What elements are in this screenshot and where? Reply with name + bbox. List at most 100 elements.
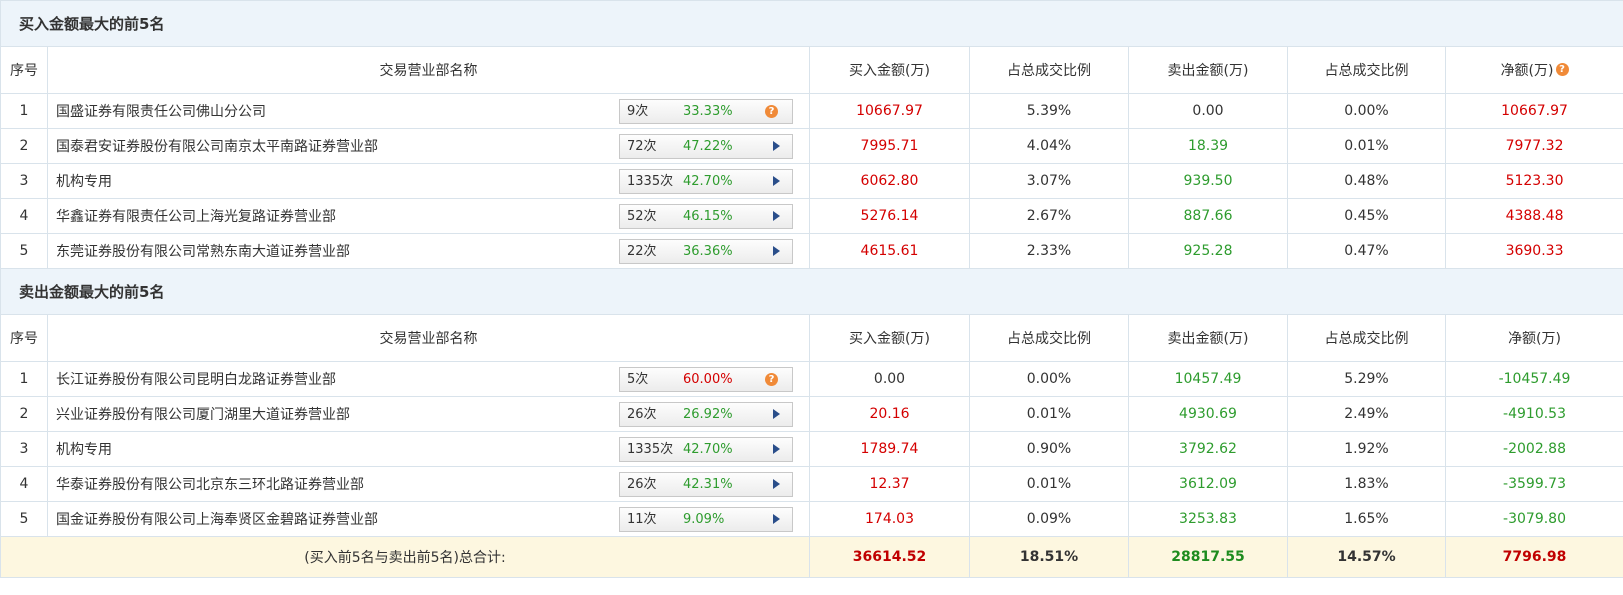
buy-ratio: 0.01% bbox=[969, 396, 1129, 432]
total-row: (买入前5名与卖出前5名)总合计: 36614.52 18.51% 28817.55 1… bbox=[0, 536, 1623, 578]
buy-ratio: 0.90% bbox=[969, 431, 1129, 467]
branch-stat-box[interactable]: 1335次 42.70% bbox=[619, 437, 793, 462]
buy-amount: 0.00 bbox=[809, 361, 970, 397]
table-row: 5 东莞证券股份有限公司常熟东南大道证券营业部 22次 36.36% 4615.61 2.… bbox=[0, 233, 1623, 269]
buy_section-header-cell: 净额(万)? bbox=[1444, 46, 1623, 94]
stat-count: 72次 bbox=[627, 139, 657, 154]
branch-name-link[interactable]: 兴业证券股份有限公司厦门湖里大道证券营业部 bbox=[56, 404, 350, 424]
net-amount: 10667.97 bbox=[1444, 93, 1623, 129]
play-triangle-icon[interactable] bbox=[773, 514, 780, 524]
question-icon[interactable]: ? bbox=[765, 373, 778, 386]
net-amount: 3690.33 bbox=[1444, 233, 1623, 269]
sell-amount: 3792.62 bbox=[1128, 431, 1288, 467]
stat-win-rate: 47.22% bbox=[683, 139, 733, 154]
stat-win-rate: 42.31% bbox=[683, 477, 733, 492]
play-triangle-icon[interactable] bbox=[773, 141, 780, 151]
buy_section-header-label: 交易营业部名称 bbox=[379, 63, 478, 79]
play-triangle-icon[interactable] bbox=[773, 211, 780, 221]
buy-ratio: 2.33% bbox=[969, 233, 1129, 269]
branch-stat-box[interactable]: 11次 9.09% bbox=[619, 507, 793, 532]
net-amount: -2002.88 bbox=[1444, 431, 1623, 467]
sell_section-header-cell: 净额(万) bbox=[1444, 314, 1623, 362]
sell_section-header-cell: 占总成交比例 bbox=[969, 314, 1129, 362]
branch-cell: 长江证券股份有限公司昆明白龙路证券营业部 5次 60.00%? bbox=[47, 361, 810, 397]
sell-ratio: 0.45% bbox=[1287, 198, 1446, 234]
buy-amount: 1789.74 bbox=[809, 431, 970, 467]
stat-win-rate: 46.15% bbox=[683, 209, 733, 224]
net-amount: 4388.48 bbox=[1444, 198, 1623, 234]
sell-amount: 4930.69 bbox=[1128, 396, 1288, 432]
question-icon[interactable]: ? bbox=[765, 105, 778, 118]
sell-amount: 0.00 bbox=[1128, 93, 1288, 129]
sell_section-header-label: 序号 bbox=[10, 331, 38, 347]
buy-ratio: 0.00% bbox=[969, 361, 1129, 397]
buy_section-header-label: 序号 bbox=[10, 63, 38, 79]
branch-stat-box[interactable]: 26次 26.92% bbox=[619, 402, 793, 427]
branch-name-link[interactable]: 机构专用 bbox=[56, 439, 112, 459]
buy-amount: 10667.97 bbox=[809, 93, 970, 129]
sell_section-header-row: 序号 交易营业部名称 买入金额(万) 占总成交比例 卖出金额(万) 占总成交比例 净额(万) bbox=[0, 314, 1623, 362]
row-index: 5 bbox=[0, 233, 48, 269]
buy_section-header-row: 序号 交易营业部名称 买入金额(万) 占总成交比例 卖出金额(万) 占总成交比例 净额(万)… bbox=[0, 46, 1623, 94]
branch-name-link[interactable]: 机构专用 bbox=[56, 171, 112, 191]
branch-stat-box[interactable]: 52次 46.15% bbox=[619, 204, 793, 229]
branch-stat-box[interactable]: 5次 60.00%? bbox=[619, 367, 793, 392]
sell_section-header-cell: 序号 bbox=[0, 314, 48, 362]
buy-amount: 6062.80 bbox=[809, 163, 970, 199]
sell_section-section-title: 卖出金额最大的前5名 bbox=[0, 268, 1623, 315]
play-triangle-icon[interactable] bbox=[773, 479, 780, 489]
branch-name-link[interactable]: 国盛证券有限责任公司佛山分公司 bbox=[56, 101, 266, 121]
buy_section-header-cell: 占总成交比例 bbox=[969, 46, 1129, 94]
branch-stat-box[interactable]: 1335次 42.70% bbox=[619, 169, 793, 194]
branch-cell: 东莞证券股份有限公司常熟东南大道证券营业部 22次 36.36% bbox=[47, 233, 810, 269]
sell-amount: 887.66 bbox=[1128, 198, 1288, 234]
branch-name-link[interactable]: 长江证券股份有限公司昆明白龙路证券营业部 bbox=[56, 369, 336, 389]
row-index: 4 bbox=[0, 466, 48, 502]
buy_section-header-cell: 序号 bbox=[0, 46, 48, 94]
table-row: 4 华鑫证券有限责任公司上海光复路证券营业部 52次 46.15% 5276.14 2.6… bbox=[0, 198, 1623, 234]
question-icon[interactable]: ? bbox=[1555, 63, 1569, 76]
sell_section-section-title-text: 卖出金额最大的前5名 bbox=[0, 268, 1623, 315]
sell_section-header-label: 卖出金额(万) bbox=[1167, 331, 1249, 347]
stat-count: 1335次 bbox=[627, 174, 674, 189]
net-amount: 5123.30 bbox=[1444, 163, 1623, 199]
total-sell-ratio: 14.57% bbox=[1287, 536, 1446, 578]
branch-cell: 兴业证券股份有限公司厦门湖里大道证券营业部 26次 26.92% bbox=[47, 396, 810, 432]
branch-stat-box[interactable]: 22次 36.36% bbox=[619, 239, 793, 264]
row-index: 2 bbox=[0, 128, 48, 164]
net-amount: -3599.73 bbox=[1444, 466, 1623, 502]
row-index: 3 bbox=[0, 431, 48, 467]
branch-name-link[interactable]: 华泰证券股份有限公司北京东三环北路证券营业部 bbox=[56, 474, 364, 494]
buy_section-header-cell: 卖出金额(万) bbox=[1128, 46, 1288, 94]
buy-amount: 174.03 bbox=[809, 501, 970, 537]
stat-win-rate: 36.36% bbox=[683, 244, 733, 259]
branch-stat-box[interactable]: 72次 47.22% bbox=[619, 134, 793, 159]
branch-stat-box[interactable]: 26次 42.31% bbox=[619, 472, 793, 497]
branch-name-link[interactable]: 华鑫证券有限责任公司上海光复路证券营业部 bbox=[56, 206, 336, 226]
branch-cell: 机构专用 1335次 42.70% bbox=[47, 163, 810, 199]
buy-amount: 20.16 bbox=[809, 396, 970, 432]
play-triangle-icon[interactable] bbox=[773, 176, 780, 186]
buy-ratio: 0.09% bbox=[969, 501, 1129, 537]
branch-stat-box[interactable]: 9次 33.33%? bbox=[619, 99, 793, 124]
branch-name-link[interactable]: 东莞证券股份有限公司常熟东南大道证券营业部 bbox=[56, 241, 350, 261]
sell-ratio: 0.48% bbox=[1287, 163, 1446, 199]
stat-count: 26次 bbox=[627, 477, 657, 492]
sell-ratio: 0.01% bbox=[1287, 128, 1446, 164]
sell-amount: 18.39 bbox=[1128, 128, 1288, 164]
total-buy-ratio: 18.51% bbox=[969, 536, 1129, 578]
play-triangle-icon[interactable] bbox=[773, 246, 780, 256]
stat-count: 22次 bbox=[627, 244, 657, 259]
play-triangle-icon[interactable] bbox=[773, 444, 780, 454]
buy_section-header-label: 买入金额(万) bbox=[849, 63, 930, 79]
table-row: 3 机构专用 1335次 42.70% 6062.80 3.07% 939.50 0.48% 5… bbox=[0, 163, 1623, 199]
stat-win-rate: 42.70% bbox=[683, 174, 733, 189]
sell-amount: 3612.09 bbox=[1128, 466, 1288, 502]
branch-name-link[interactable]: 国泰君安证券股份有限公司南京太平南路证券营业部 bbox=[56, 136, 378, 156]
buy_section-section-title: 买入金额最大的前5名 bbox=[0, 0, 1623, 47]
stat-win-rate: 9.09% bbox=[683, 512, 725, 527]
buy-ratio: 5.39% bbox=[969, 93, 1129, 129]
branch-name-link[interactable]: 国金证券股份有限公司上海奉贤区金碧路证券营业部 bbox=[56, 509, 378, 529]
stat-count: 26次 bbox=[627, 407, 657, 422]
play-triangle-icon[interactable] bbox=[773, 409, 780, 419]
